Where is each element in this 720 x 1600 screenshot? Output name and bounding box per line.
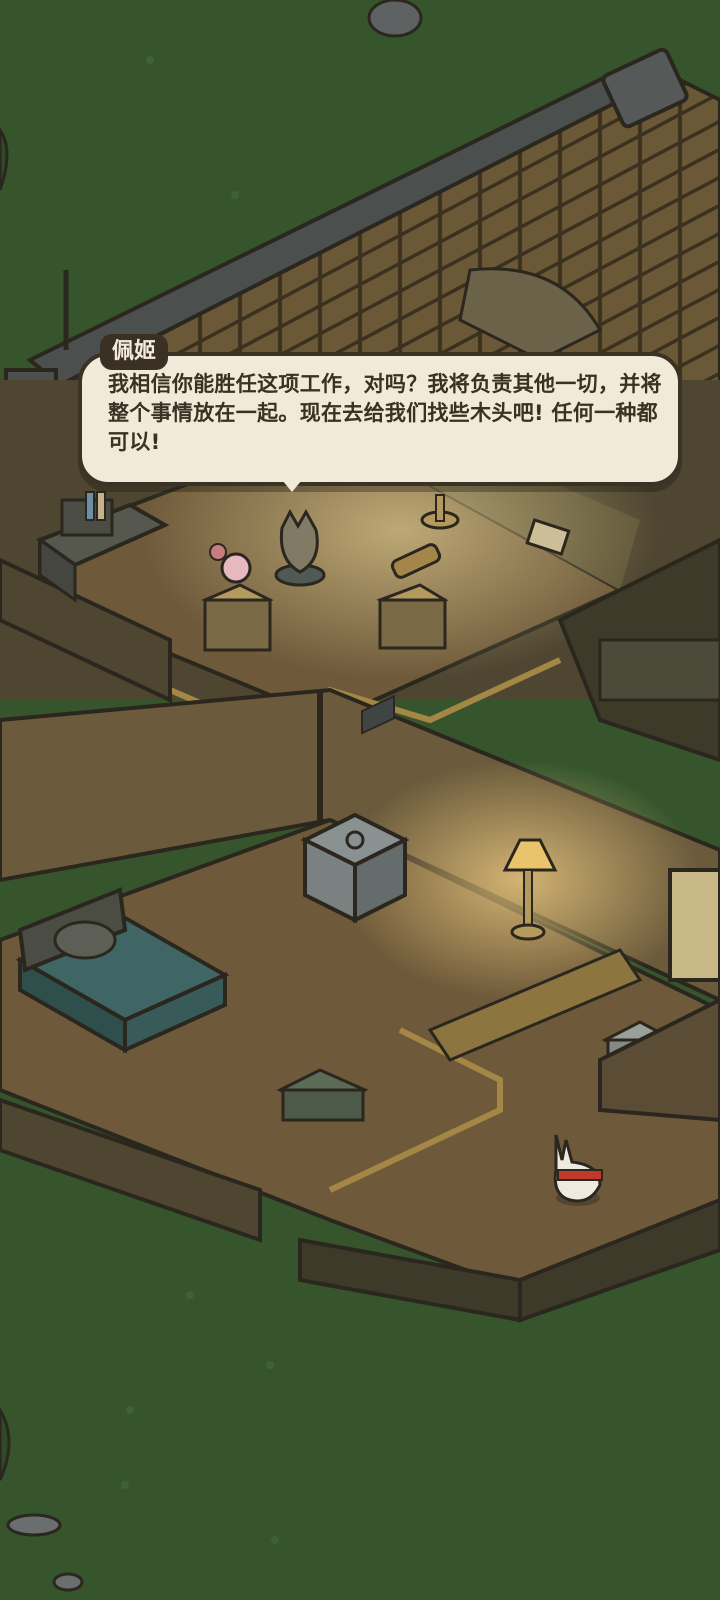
game-scene[interactable] [0, 0, 720, 1600]
dialog-bubble[interactable]: 佩姬 我相信你能胜任这项工作，对吗？我将负责其他一切，并将整个事情放在一起。现在… [78, 334, 690, 494]
speaker-name-tag: 佩姬 [100, 334, 169, 370]
dialog-tail [282, 480, 302, 492]
dialog-text: 我相信你能胜任这项工作，对吗？我将负责其他一切，并将整个事情放在一起。现在去给我… [108, 372, 662, 454]
dialog-box[interactable]: 佩姬 我相信你能胜任这项工作，对吗？我将负责其他一切，并将整个事情放在一起。现在… [78, 334, 682, 486]
